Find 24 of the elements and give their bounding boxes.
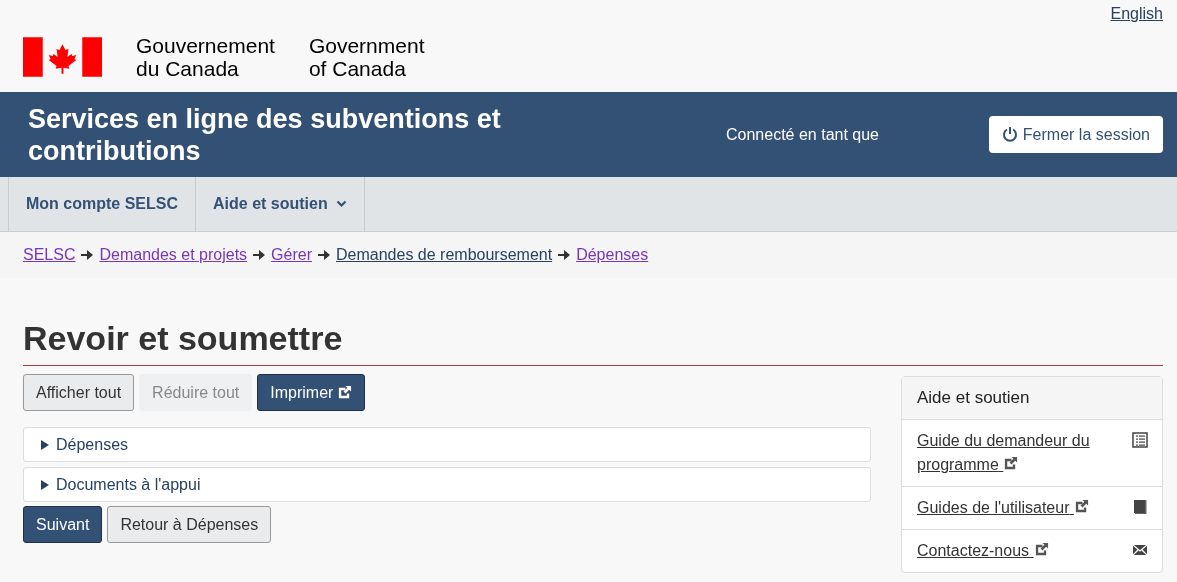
breadcrumb-link[interactable]: SELSC <box>23 246 76 264</box>
breadcrumb-link[interactable]: Gérer <box>271 246 312 264</box>
help-link[interactable]: Guides de l'utilisateur <box>917 496 1097 520</box>
breadcrumb-link[interactable]: Demandes de remboursement <box>336 246 553 264</box>
accordion-section[interactable]: Documents à l'appui <box>23 467 871 502</box>
breadcrumb-link[interactable]: Demandes et projets <box>99 246 248 264</box>
language-link[interactable]: English <box>1110 5 1163 23</box>
page-heading: Revoir et soumettre <box>23 318 344 359</box>
government-name-french: Gouvernement du Canada <box>136 34 275 80</box>
menu-item[interactable]: Aide et soutien <box>195 177 365 231</box>
help-link[interactable]: Contactez-nous <box>917 539 1097 563</box>
menu-item[interactable]: Mon compte SELSC <box>8 177 195 231</box>
sign-out-button[interactable]: Fermer la session <box>988 116 1163 153</box>
toolbar-button[interactable]: Afficher tout <box>23 374 135 411</box>
signed-in-label: Connecté en tant que <box>726 125 880 144</box>
breadcrumb-link[interactable]: Dépenses <box>576 246 649 264</box>
action-button[interactable]: Suivant <box>23 506 103 543</box>
app-title: Services en ligne des subventions et contributions <box>28 102 502 167</box>
toolbar-button[interactable]: Imprimer <box>257 374 366 411</box>
government-name-english: Government of Canada <box>308 34 425 80</box>
help-link[interactable]: Guide du demandeur du programme <box>917 429 1097 477</box>
action-button[interactable]: Retour à Dépenses <box>107 506 272 543</box>
panel-title: Aide et soutien <box>902 377 1162 420</box>
accordion-section[interactable]: Dépenses <box>23 427 871 462</box>
